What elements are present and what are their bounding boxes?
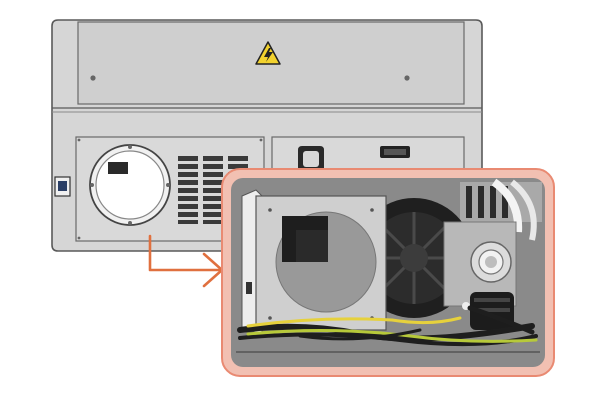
fan-cover-plate [241, 189, 387, 333]
diagram-canvas [51, 19, 555, 377]
fan-cover [89, 144, 171, 226]
power-switch [380, 146, 410, 158]
zoom-callout [221, 168, 555, 377]
machine-diagram [0, 0, 600, 400]
cable-gland [470, 241, 512, 283]
usb-port-icon [54, 176, 71, 197]
screw [404, 75, 410, 81]
screw [90, 75, 96, 81]
